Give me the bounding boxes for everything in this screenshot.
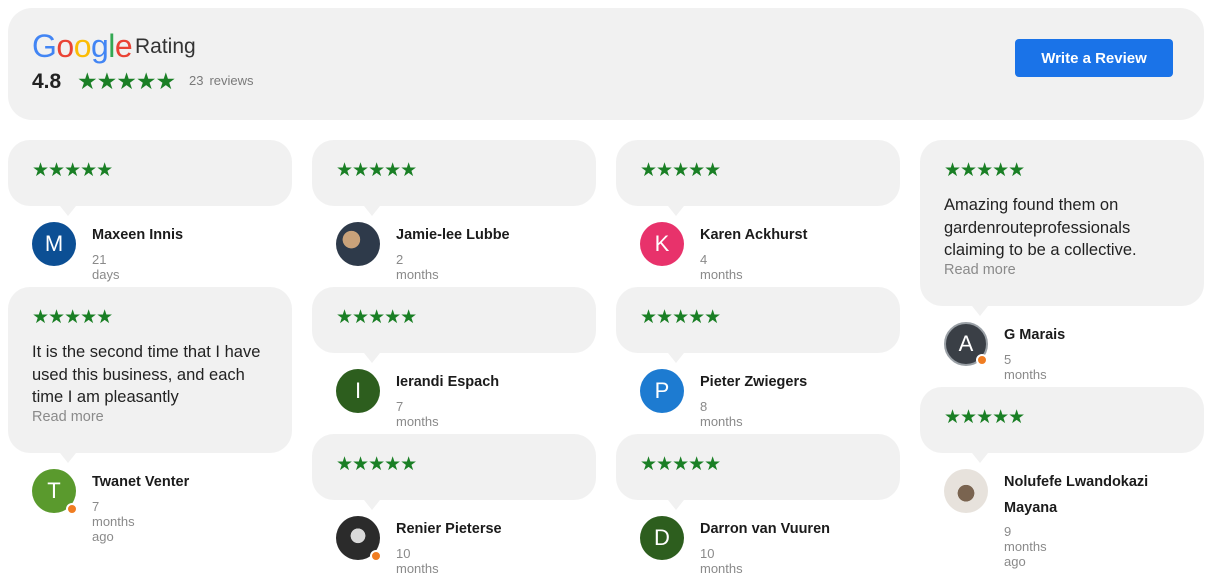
avatar-letter: A: [958, 331, 974, 356]
avatar[interactable]: M: [32, 222, 76, 266]
logo-letter: o: [73, 28, 92, 64]
read-more-link[interactable]: Read more: [32, 409, 104, 425]
reviewer-name[interactable]: Ierandi Espach: [396, 369, 586, 395]
write-review-button[interactable]: Write a Review: [1015, 39, 1173, 77]
read-more-link[interactable]: Read more: [944, 262, 1016, 278]
reviewer-name[interactable]: Karen Ackhurst: [700, 222, 890, 248]
avatar[interactable]: D: [640, 516, 684, 560]
reviewer-name[interactable]: G Marais: [1004, 322, 1194, 348]
logo-letter: g: [90, 28, 109, 64]
average-stars: ★★★★★: [77, 68, 176, 94]
review-bubble: ★★★★★: [312, 434, 596, 510]
review-count-word: reviews: [209, 73, 254, 88]
review-stars: ★★★★★: [944, 407, 1025, 428]
reviewer-name[interactable]: Darron van Vuuren: [700, 516, 890, 542]
review-count-number: 23: [189, 73, 204, 88]
review-bubble: ★★★★★: [616, 140, 900, 216]
avatar[interactable]: T: [32, 469, 78, 515]
avatar-photo[interactable]: [336, 516, 382, 562]
review-stars: ★★★★★: [640, 160, 721, 181]
review-time: 10 months ago: [396, 546, 439, 578]
logo-letter: o: [56, 28, 74, 64]
reviewer-name[interactable]: Nolufefe Lwandokazi Mayana: [1004, 469, 1194, 521]
review-stars: ★★★★★: [944, 160, 1025, 181]
review-time: 10 months ago: [700, 546, 743, 578]
review-bubble: ★★★★★: [8, 140, 292, 216]
reviewer-name[interactable]: Renier Pieterse: [396, 516, 586, 542]
review-bubble: ★★★★★ It is the second time that I have …: [8, 287, 292, 463]
logo-letter: l: [108, 28, 115, 64]
review-stars: ★★★★★: [640, 307, 721, 328]
reviewer-name[interactable]: Maxeen Innis: [92, 222, 282, 248]
review-bubble: ★★★★★: [312, 140, 596, 216]
review-stars: ★★★★★: [640, 454, 721, 475]
review-time: 9 months ago: [1004, 524, 1047, 569]
review-stars: ★★★★★: [32, 160, 113, 181]
review-count: 23 reviews: [189, 73, 254, 88]
reviewer-name[interactable]: Pieter Zwiegers: [700, 369, 890, 395]
local-guide-badge-icon: [976, 354, 988, 366]
review-stars: ★★★★★: [32, 307, 113, 328]
avatar-letter: T: [47, 478, 61, 503]
logo-letter: G: [32, 28, 57, 64]
rating-header: Google Rating 4.8 ★★★★★ 23 reviews Write …: [8, 8, 1204, 120]
review-stars: ★★★★★: [336, 307, 417, 328]
reviewer-name[interactable]: Twanet Venter: [92, 469, 282, 495]
avatar[interactable]: K: [640, 222, 684, 266]
avatar[interactable]: I: [336, 369, 380, 413]
logo-letter: e: [114, 28, 133, 64]
review-bubble: ★★★★★: [920, 387, 1204, 463]
review-text: Amazing found them on gardenrouteprofess…: [944, 196, 1137, 259]
rating-label: Rating: [135, 35, 196, 58]
review-bubble: ★★★★★: [616, 434, 900, 510]
review-time: 7 months ago: [92, 499, 135, 544]
avatar[interactable]: A: [944, 322, 988, 366]
avatar-photo[interactable]: [944, 469, 988, 513]
review-bubble: ★★★★★ Amazing found them on gardenroutep…: [920, 140, 1204, 316]
reviewer-name[interactable]: Jamie-lee Lubbe: [396, 222, 586, 248]
google-logo: Google: [32, 28, 133, 65]
review-bubble: ★★★★★: [312, 287, 596, 363]
local-guide-badge-icon: [370, 550, 382, 562]
avatar[interactable]: P: [640, 369, 684, 413]
avatar-photo[interactable]: [336, 222, 380, 266]
review-bubble: ★★★★★: [616, 287, 900, 363]
local-guide-badge-icon: [66, 503, 78, 515]
review-text: It is the second time that I have used t…: [32, 343, 261, 406]
review-stars: ★★★★★: [336, 160, 417, 181]
review-stars: ★★★★★: [336, 454, 417, 475]
average-score: 4.8: [32, 70, 62, 93]
